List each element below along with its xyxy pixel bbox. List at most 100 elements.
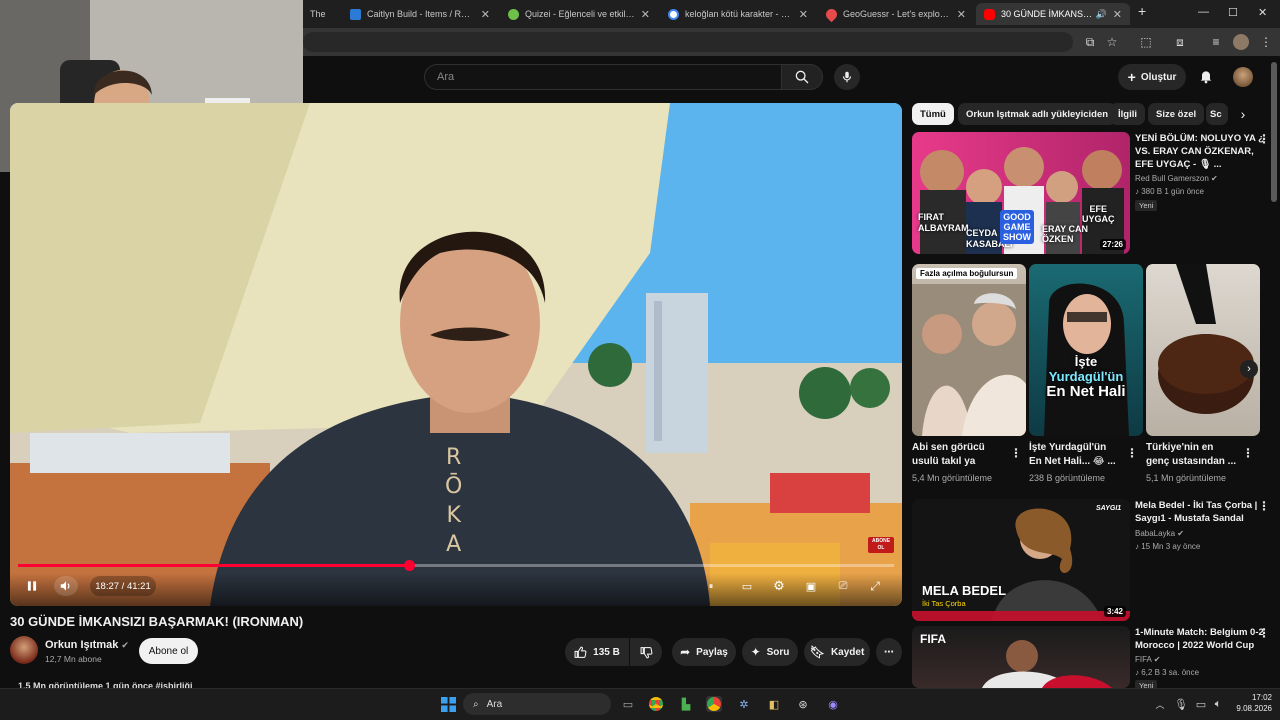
subscribe-watermark[interactable]: ABONE OL bbox=[868, 537, 894, 553]
volume-button[interactable] bbox=[54, 576, 78, 596]
verified-icon: ✔ bbox=[121, 640, 129, 650]
notes-icon[interactable]: ◧ bbox=[766, 696, 782, 712]
close-icon[interactable]: ✕ bbox=[481, 8, 490, 21]
miniplayer-icon[interactable]: ▣ bbox=[800, 576, 822, 596]
chip-from-uploader[interactable]: Orkun Işıtmak adlı yükleyiciden bbox=[958, 103, 1117, 125]
close-icon[interactable]: ✕ bbox=[641, 8, 650, 21]
chip-related[interactable]: İlgili bbox=[1110, 103, 1145, 125]
search-button[interactable] bbox=[781, 64, 823, 90]
short-views: 5,1 Mn görüntüleme bbox=[1146, 473, 1227, 483]
rec-thumbnail[interactable]: MELA BEDEL İki Tas Çorba SAYGI1 3:42 bbox=[912, 499, 1130, 621]
fullscreen-icon[interactable]: ⤢ bbox=[864, 576, 886, 596]
short-thumbnail[interactable]: Fazla açılma boğulursun bbox=[912, 264, 1026, 436]
share-icon[interactable]: ⧈ bbox=[1172, 34, 1188, 50]
short-title[interactable]: Türkiye'nin en genç ustasından ... bbox=[1146, 441, 1238, 469]
rec-thumbnail[interactable]: FIRAT ALBAYRAM CEYDA KASABALI GOOD GAME SHOW… bbox=[912, 132, 1130, 254]
new-tab-button[interactable]: + bbox=[1138, 3, 1146, 19]
extensions-icon[interactable]: ⬚ bbox=[1138, 34, 1154, 50]
menu-icon[interactable]: ⋮ bbox=[1258, 34, 1274, 50]
playlist-icon[interactable]: ≡ bbox=[1208, 34, 1224, 50]
subtitles-icon[interactable]: ▭ bbox=[736, 576, 758, 596]
rec-channel[interactable]: BabaLayka ✔ bbox=[1135, 528, 1184, 540]
task-view-icon[interactable]: ▭ bbox=[620, 696, 636, 712]
progress-scrubber[interactable] bbox=[403, 560, 415, 571]
short-title[interactable]: Abi sen görücü usulü takıl ya bbox=[912, 441, 1004, 469]
progress-track[interactable] bbox=[18, 560, 894, 571]
pause-button[interactable] bbox=[20, 576, 44, 596]
rec-menu-icon[interactable]: ⋮ bbox=[1258, 626, 1270, 640]
rec-menu-icon[interactable]: ⋮ bbox=[1258, 499, 1270, 513]
excel-file-icon[interactable]: ▙ bbox=[678, 696, 694, 712]
like-count: 135 B bbox=[593, 646, 620, 658]
short-thumbnail[interactable]: › bbox=[1146, 264, 1260, 436]
thumb-text: İki Tas Çorba bbox=[922, 599, 966, 608]
rec-thumbnail[interactable]: FIFA bbox=[912, 626, 1130, 688]
rec-title[interactable]: YENİ BÖLÜM: NOLUYO YA ¿ VS. ERAY CAN ÖZK… bbox=[1135, 132, 1265, 171]
account-avatar[interactable] bbox=[1233, 67, 1253, 87]
window-close-button[interactable]: ✕ bbox=[1258, 6, 1267, 19]
short-menu-icon[interactable]: ⋮ bbox=[1010, 446, 1022, 460]
channel-avatar[interactable] bbox=[10, 636, 38, 664]
channel-name[interactable]: Orkun Işıtmak ✔ bbox=[45, 639, 129, 651]
short-menu-icon[interactable]: ⋮ bbox=[1242, 446, 1254, 460]
notifications-button[interactable] bbox=[1196, 66, 1216, 86]
page-scrollbar[interactable] bbox=[1271, 62, 1277, 202]
browser-tab[interactable]: keloğlan kötü karakter - Googl ✕ bbox=[660, 3, 816, 25]
short-views: 238 B görüntüleme bbox=[1029, 473, 1106, 483]
chip-more[interactable]: Sc bbox=[1206, 103, 1228, 125]
steam-icon[interactable]: ⊛ bbox=[795, 696, 811, 712]
video-player[interactable]: R Ō K A ABONE OL bbox=[10, 103, 902, 606]
speaker-tray-icon[interactable]: 🔈︎ bbox=[1210, 696, 1226, 712]
voice-search-button[interactable] bbox=[834, 64, 860, 90]
minimize-button[interactable]: — bbox=[1198, 6, 1209, 18]
chip-for-you[interactable]: Size özel bbox=[1148, 103, 1205, 125]
subscribe-button[interactable]: Abone ol bbox=[139, 638, 198, 664]
ask-button[interactable]: ✦ Soru bbox=[742, 638, 798, 666]
close-icon[interactable]: ✕ bbox=[957, 8, 966, 21]
app-settings-icon[interactable]: ✲ bbox=[736, 696, 752, 712]
microphone-tray-icon[interactable]: 🎙︎ bbox=[1173, 696, 1189, 712]
chrome-icon[interactable] bbox=[648, 696, 664, 712]
close-icon[interactable]: ✕ bbox=[799, 8, 808, 21]
browser-tab[interactable]: The bbox=[302, 3, 340, 25]
speaker-icon[interactable]: 🔊 bbox=[1096, 9, 1107, 20]
rec-title[interactable]: 1-Minute Match: Belgium 0-2 Morocco | 20… bbox=[1135, 626, 1265, 652]
save-button[interactable]: 🔖︎ Kaydet bbox=[804, 638, 870, 666]
chip-all[interactable]: Tümü bbox=[912, 103, 954, 125]
share-button[interactable]: ➦ Paylaş bbox=[672, 638, 736, 666]
profile-avatar[interactable] bbox=[1233, 34, 1249, 50]
chevron-up-icon[interactable]: ︿ bbox=[1152, 696, 1168, 712]
autoplay-toggle[interactable]: ⏸ bbox=[700, 576, 722, 596]
display-tray-icon[interactable]: ▭ bbox=[1193, 696, 1209, 712]
windows-start-icon[interactable] bbox=[440, 696, 456, 712]
short-menu-icon[interactable]: ⋮ bbox=[1126, 446, 1138, 460]
rec-menu-icon[interactable]: ⋮ bbox=[1258, 132, 1270, 146]
rec-channel[interactable]: FIFA ✔ bbox=[1135, 654, 1160, 666]
more-actions-button[interactable]: ⋯ bbox=[876, 638, 902, 666]
browser-tab-active[interactable]: 30 GÜNDE İMKANSIZI BAŞ🔊 ✕ bbox=[976, 3, 1130, 25]
like-button[interactable]: 135 B bbox=[565, 638, 629, 666]
install-icon[interactable]: ⧉ bbox=[1082, 34, 1098, 50]
short-title[interactable]: İşte Yurdagül'ün En Net Hali... 😂 ... bbox=[1029, 441, 1121, 469]
browser-tab[interactable]: GeoGuessr - Let's explore the w ✕ bbox=[818, 3, 974, 25]
address-field[interactable] bbox=[303, 32, 1073, 52]
rec-channel[interactable]: Red Bull Gamerszon ✔ bbox=[1135, 173, 1218, 185]
dislike-button[interactable] bbox=[630, 638, 662, 666]
browser-tab[interactable]: Quizei - Eğlenceli ve etkileşimli ✕ bbox=[500, 3, 658, 25]
browser-tab[interactable]: Caitlyn Build - Items / Runes / I ✕ bbox=[342, 3, 498, 25]
discord-icon[interactable]: ◉ bbox=[825, 696, 841, 712]
chips-next-chevron-icon[interactable]: › bbox=[1232, 103, 1254, 125]
rec-title[interactable]: Mela Bedel - İki Tas Çorba | Saygı1 - Mu… bbox=[1135, 499, 1265, 525]
star-icon[interactable]: ☆ bbox=[1104, 34, 1120, 50]
taskbar-search[interactable]: ⌕ Ara bbox=[463, 693, 611, 715]
search-input[interactable]: Ara bbox=[424, 64, 782, 90]
taskbar-clock[interactable]: 17:02 9.08.2026 bbox=[1228, 692, 1272, 714]
settings-gear-icon[interactable]: ⚙ bbox=[768, 576, 790, 596]
cast-icon[interactable]: ⎚ bbox=[832, 576, 854, 596]
chrome-active-icon[interactable] bbox=[706, 696, 722, 712]
create-button[interactable]: + Oluştur bbox=[1118, 64, 1186, 90]
short-thumbnail[interactable]: İşte Yurdagül'ün En Net Hali bbox=[1029, 264, 1143, 436]
close-icon[interactable]: ✕ bbox=[1113, 8, 1122, 21]
maximize-button[interactable]: ☐ bbox=[1228, 6, 1238, 19]
shorts-next-chevron-icon[interactable]: › bbox=[1240, 360, 1258, 378]
